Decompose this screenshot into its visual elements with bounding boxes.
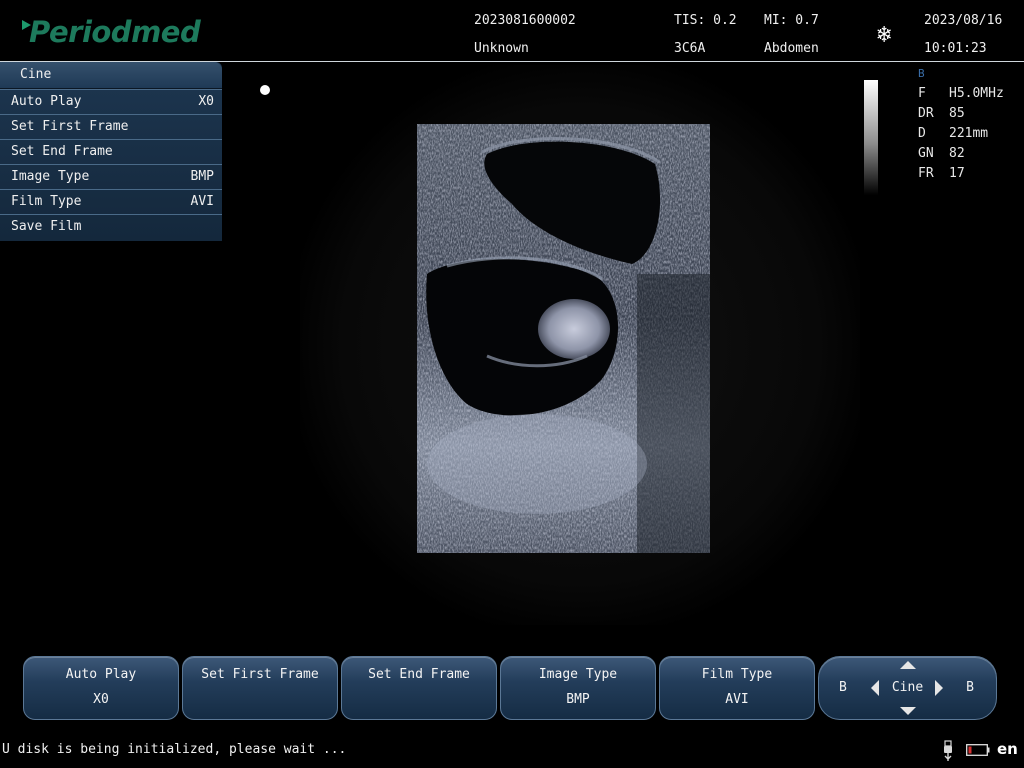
arrow-down-icon[interactable] (900, 707, 916, 715)
param-frame-rate: FR 17 (918, 164, 1024, 184)
cine-menu-title[interactable]: Cine (0, 62, 222, 89)
menu-item-value: BMP (190, 169, 214, 184)
menu-item-set-end-frame[interactable]: Set End Frame (0, 139, 222, 164)
param-key: D (918, 126, 926, 141)
logo-text: Periodmed (29, 15, 201, 49)
menu-item-label: Set End Frame (11, 144, 113, 159)
param-value: 82 (949, 146, 965, 161)
menu-item-set-first-frame[interactable]: Set First Frame (0, 114, 222, 139)
cine-navigation-pad[interactable]: B Cine B (818, 656, 997, 720)
button-value: X0 (93, 692, 109, 707)
menu-item-film-type[interactable]: Film Type AVI (0, 189, 222, 214)
exam-date: 2023/08/16 (924, 13, 1003, 28)
brand-logo: Periodmed (22, 14, 201, 50)
imaging-parameters: B F H5.0MHz DR 85 D 221mm GN 82 FR 17 (918, 66, 1024, 184)
button-value: AVI (725, 692, 749, 707)
button-label: Set End Frame (368, 667, 470, 682)
set-first-frame-button[interactable]: Set First Frame (182, 656, 338, 720)
menu-item-label: Save Film (11, 219, 82, 234)
patient-id: 2023081600002 (474, 13, 576, 28)
arrow-up-icon[interactable] (900, 661, 916, 669)
set-end-frame-button[interactable]: Set End Frame (341, 656, 497, 720)
imaging-mode-label: B (918, 67, 925, 80)
film-type-button[interactable]: Film Type AVI (659, 656, 815, 720)
button-value: BMP (566, 692, 590, 707)
orientation-marker (260, 85, 270, 95)
ultrasound-scan-graphic (417, 124, 710, 553)
menu-item-label: Auto Play (11, 94, 82, 109)
param-key: GN (918, 146, 934, 161)
cine-menu: Cine Auto Play X0 Set First Frame Set En… (0, 62, 222, 241)
param-value: 85 (949, 106, 965, 121)
button-label: Image Type (538, 667, 618, 682)
button-label: Set First Frame (201, 667, 319, 682)
language-indicator[interactable]: en (997, 740, 1018, 758)
exam-preset: Abdomen (764, 41, 819, 56)
menu-item-label: Image Type (11, 169, 90, 184)
tis-value: TIS: 0.2 (674, 13, 737, 28)
param-value: 17 (949, 166, 965, 181)
menu-item-save-film[interactable]: Save Film (0, 214, 222, 239)
battery-icon (966, 744, 990, 756)
snowflake-icon: ❄ (877, 20, 892, 48)
pad-right-label: B (966, 680, 974, 695)
button-label: Auto Play (65, 667, 137, 682)
auto-play-button[interactable]: Auto Play X0 (23, 656, 179, 720)
param-gain: GN 82 (918, 144, 1024, 164)
button-label: Film Type (701, 667, 773, 682)
param-frequency: F H5.0MHz (918, 84, 1024, 104)
ultrasound-image[interactable] (417, 124, 710, 553)
param-dynamic-range: DR 85 (918, 104, 1024, 124)
menu-item-image-type[interactable]: Image Type BMP (0, 164, 222, 189)
menu-item-value: X0 (198, 94, 214, 109)
image-type-button[interactable]: Image Type BMP (500, 656, 656, 720)
menu-item-auto-play[interactable]: Auto Play X0 (0, 89, 222, 114)
top-header: Periodmed 2023081600002 Unknown TIS: 0.2… (0, 0, 1024, 62)
param-key: FR (918, 166, 934, 181)
usb-icon (944, 740, 952, 761)
menu-item-value: AVI (190, 194, 214, 209)
patient-name: Unknown (474, 41, 529, 56)
mi-value: MI: 0.7 (764, 13, 819, 28)
param-value: 221mm (949, 126, 989, 141)
grayscale-bar (864, 80, 878, 195)
probe-name: 3C6A (674, 41, 706, 56)
menu-item-label: Set First Frame (11, 119, 129, 134)
menu-item-label: Film Type (11, 194, 82, 209)
exam-time: 10:01:23 (924, 41, 987, 56)
param-key: F (918, 86, 926, 101)
param-key: DR (918, 106, 934, 121)
param-value: H5.0MHz (949, 86, 1004, 101)
param-depth: D 221mm (918, 124, 1024, 144)
status-message: U disk is being initialized, please wait… (2, 742, 347, 757)
